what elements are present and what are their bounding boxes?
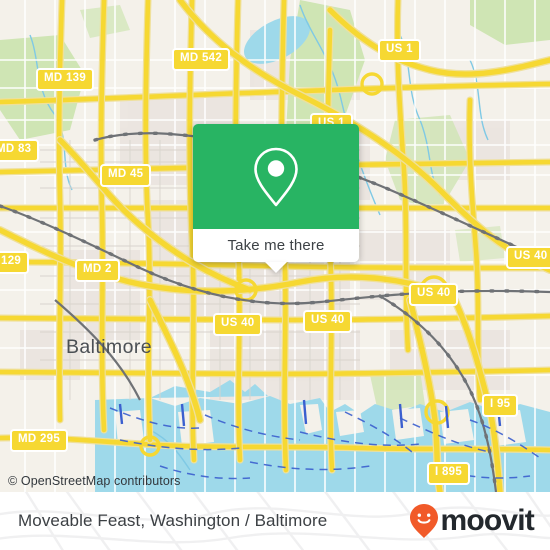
- callout-pointer: [265, 262, 287, 273]
- place-callout[interactable]: Take me there: [193, 124, 359, 273]
- place-title: Moveable Feast, Washington / Baltimore: [18, 511, 328, 530]
- road-shield: MD 83: [0, 139, 40, 162]
- take-me-there-button[interactable]: Take me there: [193, 229, 359, 262]
- road-shield: I 895: [427, 462, 471, 485]
- callout-action-label: Take me there: [227, 237, 325, 254]
- road-shield: MD 2: [75, 259, 120, 282]
- city-label: Baltimore: [66, 336, 152, 358]
- road-shield: US 40: [213, 313, 263, 336]
- moovit-place-card: MD 139 MD 542 US 1 US 1 MD 83 MD 45 MD 2…: [0, 0, 550, 550]
- moovit-logo: moovit: [409, 503, 535, 539]
- moovit-wordmark: moovit: [440, 504, 534, 537]
- callout-image-area: [193, 124, 359, 229]
- road-shield: MD 295: [10, 429, 69, 452]
- road-shield: MD 45: [100, 164, 152, 187]
- road-shield: US 40: [303, 310, 353, 333]
- road-shield: US 40: [409, 283, 459, 306]
- footer-bar: Moveable Feast, Washington / Baltimore m…: [0, 492, 550, 550]
- road-shield: US 1: [378, 39, 421, 62]
- moovit-pin-icon: [410, 504, 439, 538]
- road-shield: MD 139: [36, 68, 95, 91]
- map-canvas[interactable]: MD 139 MD 542 US 1 US 1 MD 83 MD 45 MD 2…: [0, 0, 550, 492]
- road-shield: MD 542: [172, 48, 231, 71]
- map-pin-icon: [254, 147, 298, 206]
- road-shield: US 40: [506, 246, 550, 269]
- road-shield: 129: [0, 251, 30, 274]
- map-attribution: © OpenStreetMap contributors: [8, 474, 181, 488]
- road-shield: I 95: [482, 394, 519, 417]
